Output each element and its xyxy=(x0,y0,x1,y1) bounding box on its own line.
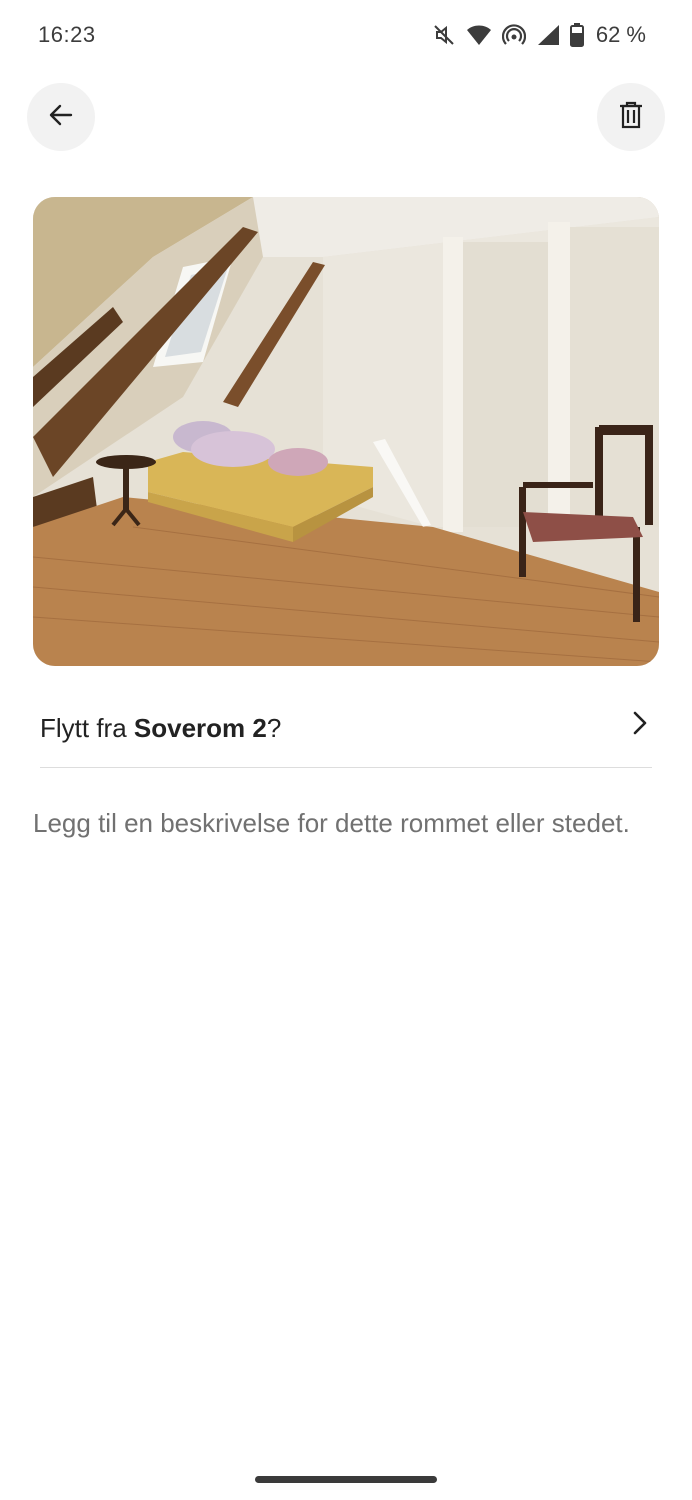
battery-icon xyxy=(569,23,584,47)
status-icons: 62 % xyxy=(432,22,646,48)
move-prefix: Flytt fra xyxy=(40,713,134,743)
back-button[interactable] xyxy=(27,83,95,151)
wifi-icon xyxy=(466,24,492,46)
delete-button[interactable] xyxy=(597,83,665,151)
chevron-right-icon xyxy=(630,710,650,741)
screen: 16:23 62 % Flytt fra Soverom 2? Legg til… xyxy=(0,0,692,1500)
move-suffix: ? xyxy=(266,713,282,743)
signal-icon xyxy=(536,24,560,46)
battery-percent: 62 % xyxy=(595,22,646,47)
move-from-room-row[interactable]: Flytt fra Soverom 2? xyxy=(40,690,652,768)
mute-icon xyxy=(432,23,456,47)
status-time: 16:23 xyxy=(38,22,96,47)
move-from-label: Flytt fra Soverom 2? xyxy=(40,713,281,744)
move-room-name: Soverom 2 xyxy=(133,713,267,743)
arrow-left-icon xyxy=(47,101,75,134)
description-field[interactable]: Legg til en beskrivelse for dette rommet… xyxy=(33,803,633,843)
status-bar: 16:23 62 % xyxy=(0,0,692,70)
room-photo[interactable] xyxy=(33,197,659,666)
trash-icon xyxy=(618,101,644,134)
hotspot-icon xyxy=(501,23,526,47)
home-indicator[interactable] xyxy=(255,1476,437,1483)
